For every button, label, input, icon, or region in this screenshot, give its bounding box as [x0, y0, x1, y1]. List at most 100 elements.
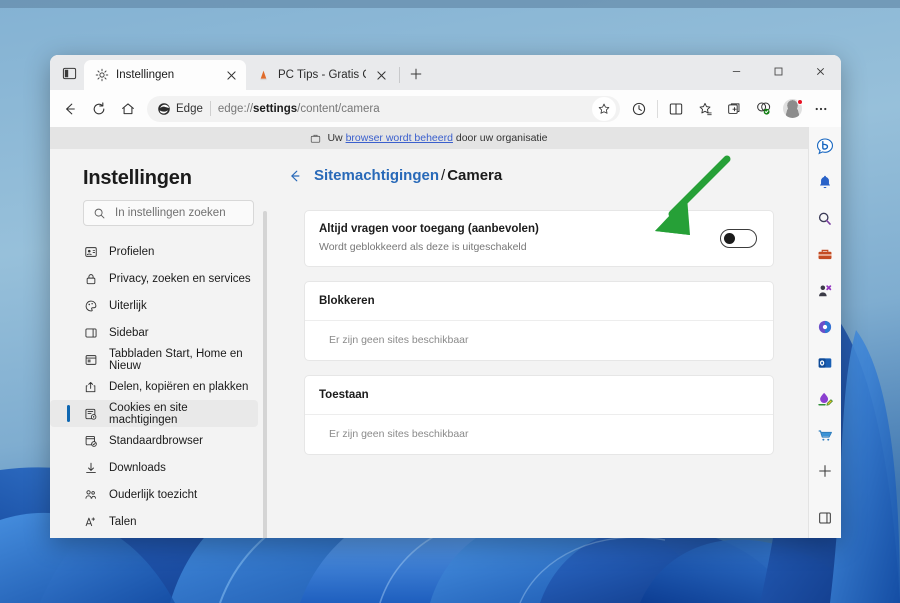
- sidebar-item-downloads[interactable]: Downloads: [50, 454, 258, 481]
- rail-item-search[interactable]: [812, 205, 839, 232]
- lock-icon: [83, 271, 98, 286]
- sidebar-item-delen[interactable]: Delen, kopiëren en plakken: [50, 373, 258, 400]
- tab-title: Instellingen: [116, 69, 216, 81]
- settings-cards: Altijd vragen voor toegang (aanbevolen) …: [272, 210, 808, 455]
- sidebar-item-privacy[interactable]: Privacy, zoeken en services: [50, 265, 258, 292]
- permission-card: Altijd vragen voor toegang (aanbevolen) …: [304, 210, 774, 267]
- sidebar-item-profielen[interactable]: Profielen: [50, 238, 258, 265]
- window-body: Uw browser wordt beheerd door uw organis…: [50, 127, 841, 538]
- sidebar-item-label: Downloads: [109, 462, 166, 474]
- banner-suffix: door uw organisatie: [453, 132, 548, 144]
- settings-nav-scrollbar[interactable]: [263, 211, 267, 538]
- page-title: Instellingen: [50, 163, 272, 200]
- minimize-icon: [731, 66, 742, 77]
- rail-item-outlook[interactable]: [812, 349, 839, 376]
- refresh-button[interactable]: [85, 95, 113, 123]
- sidebar-item-tabbladen[interactable]: Tabbladen Start, Home en Nieuw: [50, 346, 258, 373]
- rail-item-notifications[interactable]: [812, 169, 839, 196]
- sidebar-item-label: Tabbladen Start, Home en Nieuw: [109, 348, 258, 372]
- tab-instellingen[interactable]: Instellingen: [84, 60, 246, 90]
- rail-item-add-app[interactable]: [812, 457, 839, 484]
- rail-item-copilot[interactable]: [812, 133, 839, 160]
- allowed-empty-text: Er zijn geen sites beschikbaar: [305, 415, 773, 454]
- breadcrumb-current: Camera: [447, 167, 502, 184]
- profile-button[interactable]: [778, 95, 806, 123]
- star-icon: [597, 102, 611, 116]
- settings-gear-icon: [94, 68, 109, 83]
- blocked-empty-text: Er zijn geen sites beschikbaar: [305, 321, 773, 360]
- rail-item-tools[interactable]: [812, 277, 839, 304]
- close-icon: [377, 71, 386, 80]
- more-options-button[interactable]: [807, 95, 835, 123]
- address-divider: [210, 101, 211, 116]
- add-to-collections-button[interactable]: [720, 95, 748, 123]
- sidebar-item-ouderlijk-toezicht[interactable]: Ouderlijk toezicht: [50, 481, 258, 508]
- blocked-sites-card: Blokkeren Er zijn geen sites beschikbaar: [304, 281, 774, 361]
- address-url: edge://settings/content/camera: [218, 103, 585, 115]
- breadcrumb-separator: /: [441, 167, 445, 184]
- managed-browser-link[interactable]: browser wordt beheerd: [346, 132, 453, 144]
- back-arrow-icon: [287, 168, 303, 184]
- outlook-icon: [816, 354, 834, 372]
- tab-strip: Instellingen PC Tips - Gratis Computer T…: [50, 55, 841, 90]
- minimize-button[interactable]: [715, 55, 757, 88]
- address-bar[interactable]: Edge edge://settings/content/camera: [147, 96, 620, 122]
- home-button[interactable]: [114, 95, 142, 123]
- history-button[interactable]: [625, 95, 653, 123]
- sidebar-item-uiterlijk[interactable]: Uiterlijk: [50, 292, 258, 319]
- permission-text: Altijd vragen voor toegang (aanbevolen) …: [319, 223, 539, 253]
- url-suffix: /content/camera: [297, 103, 379, 115]
- close-button[interactable]: [799, 55, 841, 88]
- breadcrumb-text: Sitemachtigingen/Camera: [314, 167, 502, 184]
- settings-search-input[interactable]: In instellingen zoeken: [83, 200, 254, 226]
- split-screen-button[interactable]: [662, 95, 690, 123]
- permission-toggle[interactable]: [720, 229, 757, 248]
- sidebar-item-sidebar[interactable]: Sidebar: [50, 319, 258, 346]
- tab-close-button[interactable]: [373, 67, 390, 84]
- rail-item-shopping-cart[interactable]: [812, 421, 839, 448]
- rail-item-shopping[interactable]: [812, 241, 839, 268]
- browser-essentials-button[interactable]: [749, 95, 777, 123]
- permission-sublabel: Wordt geblokkeerd als deze is uitgeschak…: [319, 241, 539, 253]
- breadcrumb-parent-link[interactable]: Sitemachtigingen: [314, 167, 439, 184]
- permission-label: Altijd vragen voor toegang (aanbevolen): [319, 223, 539, 235]
- page-area: Uw browser wordt beheerd door uw organis…: [50, 127, 808, 538]
- browser-essentials-icon: [755, 100, 772, 117]
- rail-item-drop-edit[interactable]: [812, 385, 839, 412]
- ellipsis-icon: [813, 101, 829, 117]
- tab-title: PC Tips - Gratis Computer Tips: [278, 69, 366, 81]
- split-screen-icon: [668, 101, 684, 117]
- rail-item-microsoft365[interactable]: [812, 313, 839, 340]
- maximize-button[interactable]: [757, 55, 799, 88]
- managed-browser-banner: Uw browser wordt beheerd door uw organis…: [50, 127, 808, 149]
- toolbar-divider: [657, 100, 658, 118]
- url-bold: settings: [253, 103, 297, 115]
- collections-icon: [697, 101, 713, 117]
- back-to-sitepermissions-button[interactable]: [286, 167, 303, 184]
- sidebar-item-cookies-en-site-machtigingen[interactable]: Cookies en site machtigingen: [50, 400, 258, 427]
- sidebar-item-label: Standaardbrowser: [109, 435, 203, 447]
- rail-item-sidebar-toggle[interactable]: [812, 504, 839, 531]
- add-favorite-button[interactable]: [592, 97, 616, 121]
- microsoft-365-icon: [816, 318, 834, 336]
- tab-divider: [399, 67, 400, 83]
- sidebar-item-talen[interactable]: Talen: [50, 508, 258, 535]
- back-button[interactable]: [56, 95, 84, 123]
- share-icon: [83, 379, 98, 394]
- history-icon: [631, 101, 647, 117]
- tab-close-button[interactable]: [223, 67, 240, 84]
- drop-edit-icon: [816, 390, 834, 408]
- start-page-icon: [83, 352, 98, 367]
- sidebar-item-standaardbrowser[interactable]: Standaardbrowser: [50, 427, 258, 454]
- banner-prefix: Uw: [327, 132, 345, 144]
- sidebar-item-label: Uiterlijk: [109, 300, 147, 312]
- tab-search-button[interactable]: [54, 58, 84, 88]
- plus-icon: [409, 67, 423, 81]
- collections-button[interactable]: [691, 95, 719, 123]
- download-icon: [83, 460, 98, 475]
- tab-pc-tips[interactable]: PC Tips - Gratis Computer Tips: [246, 60, 396, 90]
- sidebar-item-label: Cookies en site machtigingen: [109, 402, 258, 426]
- sidebar-item-printers[interactable]: Printers: [50, 535, 258, 538]
- cookies-permissions-icon: [83, 406, 98, 421]
- new-tab-button[interactable]: [403, 61, 429, 87]
